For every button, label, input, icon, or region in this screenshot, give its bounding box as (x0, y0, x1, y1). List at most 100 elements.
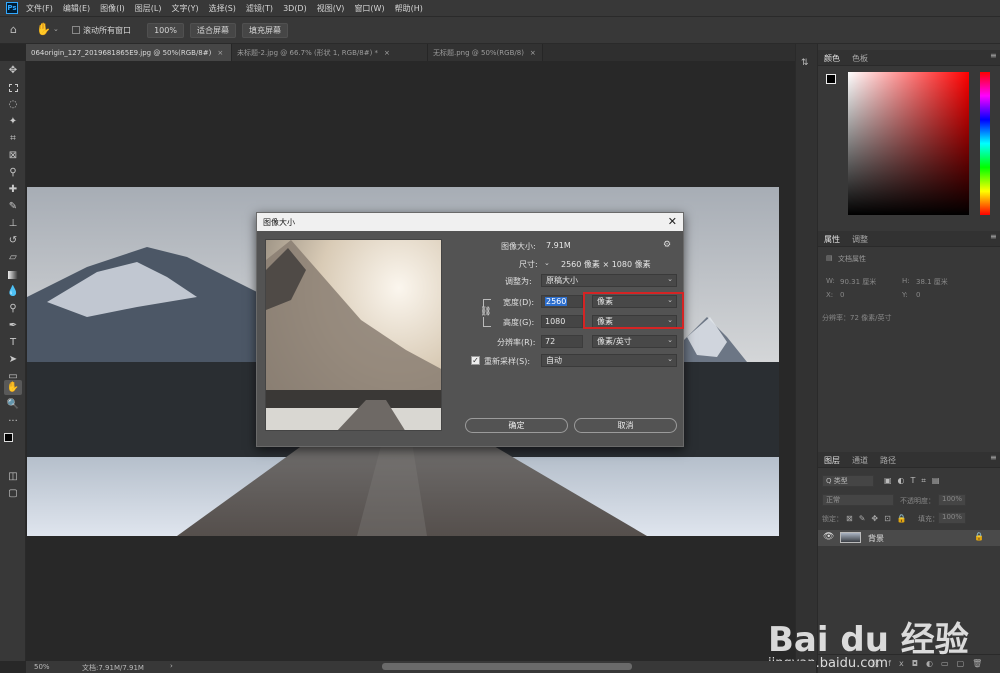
right-panels: 颜色 色板 ≡ 属性 调整 ≡ ▤ 文档属性 W: 90.31 厘米 H: 38… (768, 44, 1000, 673)
blend-mode-select[interactable]: 正常 (822, 494, 894, 506)
menu-3d[interactable]: 3D(D) (283, 4, 307, 13)
history-brush-tool-icon[interactable]: ↺ (4, 233, 22, 248)
resample-checkbox[interactable]: ✓ (471, 356, 480, 365)
image-size-label: 图像大小: (501, 242, 536, 251)
crop-tool-icon[interactable]: ⌗ (4, 131, 22, 146)
tab-paths[interactable]: 路径 (880, 455, 896, 466)
lasso-tool-icon[interactable]: ◌ (4, 97, 22, 112)
lock-icons[interactable]: ⊠✎✥⊡🔒 (846, 514, 913, 523)
menu-help[interactable]: 帮助(H) (395, 3, 423, 14)
screen-mode-icon[interactable]: ▢ (4, 486, 22, 501)
close-icon[interactable]: × (530, 49, 536, 57)
menu-window[interactable]: 窗口(W) (354, 3, 384, 14)
healing-brush-tool-icon[interactable]: ✚ (4, 182, 22, 197)
resample-select[interactable]: 自动 ⌄ (541, 354, 677, 367)
panel-menu-icon[interactable]: ≡ (990, 51, 997, 60)
hand-tool-icon[interactable]: ✋ (4, 380, 22, 395)
tab-layers[interactable]: 图层 (824, 455, 840, 466)
fill-screen-button[interactable]: 填充屏幕 (242, 23, 288, 38)
resolution-label: 分辨率(R): (497, 338, 536, 347)
gradient-tool-icon[interactable] (4, 267, 22, 282)
brush-tool-icon[interactable]: ✎ (4, 199, 22, 214)
zoom-100-button[interactable]: 100% (147, 23, 184, 38)
type-tool-icon[interactable]: T (4, 335, 22, 350)
close-icon[interactable]: × (217, 49, 223, 57)
panel-menu-icon[interactable]: ≡ (990, 232, 997, 241)
width-input[interactable]: 2560 (541, 295, 583, 308)
menu-image[interactable]: 图像(I) (100, 3, 125, 14)
eyedropper-tool-icon[interactable]: ⚲ (4, 165, 22, 180)
tab-label: 无标题.png @ 50%(RGB/8) (433, 48, 524, 57)
resolution-unit-select[interactable]: 像素/英寸 ⌄ (592, 335, 677, 348)
x-label: X: (826, 291, 834, 299)
fill-input[interactable]: 100% (938, 512, 966, 524)
opacity-input[interactable]: 100% (938, 494, 966, 506)
eraser-tool-icon[interactable]: ▱ (4, 250, 22, 265)
tab-label: 未标题-2.jpg @ 66.7% (形状 1, RGB/8#) * (237, 48, 379, 57)
foreground-color-swatch[interactable] (4, 433, 13, 442)
menu-edit[interactable]: 编辑(E) (63, 3, 90, 14)
dodge-tool-icon[interactable]: ⚲ (4, 301, 22, 316)
baidu-watermark: Bai du 经验 (768, 620, 969, 660)
tab-document-1[interactable]: 064origin_127_2019681865E9.jpg @ 50%(RGB… (26, 44, 232, 61)
zoom-level[interactable]: 50% (34, 663, 50, 671)
resolution-input[interactable]: 72 (541, 335, 583, 348)
panel-menu-icon[interactable]: ≡ (990, 453, 997, 462)
tab-document-2[interactable]: 未标题-2.jpg @ 66.7% (形状 1, RGB/8#) * × (232, 44, 428, 61)
menu-file[interactable]: 文件(F) (26, 3, 53, 14)
magic-wand-tool-icon[interactable]: ✦ (4, 114, 22, 129)
tab-adjustments[interactable]: 调整 (852, 234, 868, 245)
link-icon[interactable]: ⛓ (480, 307, 492, 317)
tab-document-3[interactable]: 无标题.png @ 50%(RGB/8) × (428, 44, 543, 61)
menu-view[interactable]: 视图(V) (317, 3, 345, 14)
height-label: 高度(G): (503, 318, 535, 327)
fit-screen-button[interactable]: 适合屏幕 (190, 23, 236, 38)
more-tools-icon[interactable]: ··· (4, 414, 22, 429)
layer-row[interactable]: 👁 背景 🔒 (818, 530, 1000, 546)
frame-tool-icon[interactable]: ⊠ (4, 148, 22, 163)
zoom-tool-icon[interactable]: 🔍 (4, 397, 22, 412)
ok-button[interactable]: 确定 (465, 418, 568, 433)
image-preview[interactable] (265, 239, 442, 431)
marquee-tool-icon[interactable] (4, 80, 22, 95)
chevron-down-icon[interactable]: ⌄ (53, 25, 59, 33)
tab-channels[interactable]: 通道 (852, 455, 868, 466)
document-tabs: 064origin_127_2019681865E9.jpg @ 50%(RGB… (26, 44, 816, 61)
chevron-right-icon[interactable]: › (170, 662, 173, 670)
layer-filter-icons[interactable]: ▣◐T⌗▤ (884, 476, 946, 486)
history-panel-icon[interactable]: ⇅ (801, 58, 809, 68)
menu-layer[interactable]: 图层(L) (135, 3, 162, 14)
chevron-down-icon[interactable]: ⌄ (544, 259, 550, 267)
hand-tool-icon[interactable]: ✋ (36, 22, 51, 36)
scroll-all-checkbox[interactable] (72, 26, 80, 34)
stamp-tool-icon[interactable]: ⊥ (4, 216, 22, 231)
color-picker-field[interactable] (848, 72, 969, 215)
blur-tool-icon[interactable]: 💧 (4, 284, 22, 299)
tab-properties[interactable]: 属性 (824, 234, 840, 245)
close-icon[interactable]: ✕ (668, 215, 677, 228)
cancel-button[interactable]: 取消 (574, 418, 677, 433)
move-tool-icon[interactable]: ✥ (4, 63, 22, 78)
menu-type[interactable]: 文字(Y) (171, 3, 198, 14)
close-icon[interactable]: × (384, 49, 390, 57)
horizontal-scrollbar[interactable] (382, 663, 632, 670)
home-icon[interactable]: ⌂ (10, 23, 17, 36)
highlight-annotation-box (583, 292, 684, 329)
layer-filter-select[interactable]: Q 类型 (822, 475, 874, 487)
menu-select[interactable]: 选择(S) (209, 3, 236, 14)
eye-icon[interactable]: 👁 (823, 532, 834, 542)
tab-swatches[interactable]: 色板 (852, 53, 868, 64)
resample-label: 重新采样(S): (484, 357, 531, 366)
hue-slider[interactable] (980, 72, 990, 215)
dialog-title: 图像大小 (263, 217, 295, 227)
pen-tool-icon[interactable]: ✒ (4, 318, 22, 333)
path-select-tool-icon[interactable]: ➤ (4, 352, 22, 367)
foreground-color-swatch[interactable] (826, 74, 836, 84)
tab-color[interactable]: 颜色 (824, 53, 840, 64)
w-value: 90.31 厘米 (840, 278, 877, 286)
quick-mask-icon[interactable]: ◫ (4, 469, 22, 484)
menu-filter[interactable]: 滤镜(T) (246, 3, 273, 14)
height-input[interactable]: 1080 (541, 315, 583, 328)
gear-icon[interactable]: ⚙ (663, 240, 671, 250)
fit-to-select[interactable]: 原稿大小 ⌄ (541, 274, 677, 287)
